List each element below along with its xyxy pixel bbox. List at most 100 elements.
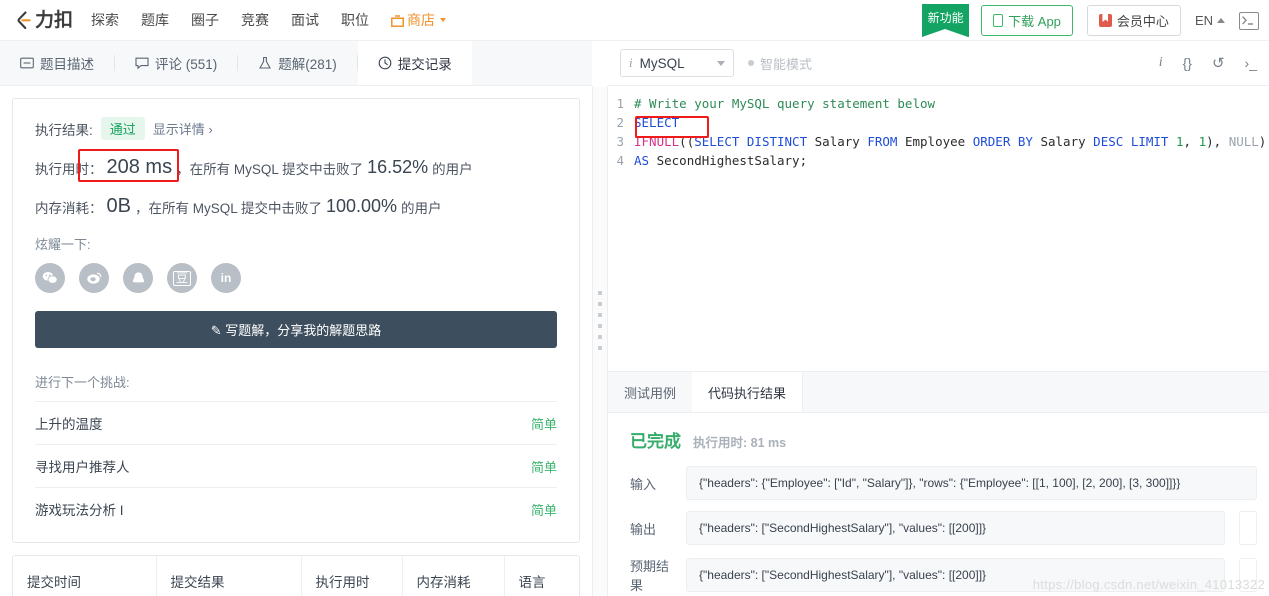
nav-link-interview[interactable]: 面试 bbox=[291, 10, 319, 30]
challenge-title: 寻找用户推荐人 bbox=[35, 460, 130, 475]
col-header-language: 语言 bbox=[504, 556, 579, 596]
exec-result-label: 执行结果: bbox=[35, 122, 93, 138]
braces-icon[interactable]: {} bbox=[1183, 55, 1192, 71]
code-token-keyword: SELECT bbox=[634, 115, 680, 130]
runtime-tail-text: 的用户 bbox=[432, 161, 473, 177]
tab-solutions-label: 题解(281) bbox=[278, 57, 337, 72]
reset-icon[interactable]: ↺ bbox=[1212, 54, 1225, 72]
console-body: 已完成 执行用时: 81 ms 输入 {"headers": {"Employe… bbox=[608, 413, 1269, 594]
douban-glyph: 豆 bbox=[172, 270, 191, 286]
challenge-item-2[interactable]: 游戏玩法分析 I 简单 bbox=[35, 487, 557, 530]
memory-tail-text: 的用户 bbox=[401, 200, 442, 216]
code-token: Salary bbox=[1032, 134, 1094, 149]
expected-value[interactable]: {"headers": ["SecondHighestSalary"], "va… bbox=[686, 558, 1225, 592]
leetcode-logo[interactable]: 力扣 bbox=[12, 6, 73, 34]
nav-right-group: 新功能 下载 App 会员中心 EN bbox=[922, 0, 1259, 41]
submissions-table: 提交时间 提交结果 执行用时 内存消耗 语言 几秒前 通过 208 ms 0B … bbox=[12, 555, 580, 596]
input-value[interactable]: {"headers": {"Employee": ["Id", "Salary"… bbox=[686, 466, 1257, 500]
chevron-up-icon bbox=[1217, 18, 1225, 23]
tab-comments[interactable]: 评论 (551) bbox=[115, 41, 237, 85]
expected-label: 预期结果 bbox=[630, 559, 670, 593]
code-token: DESC bbox=[1093, 134, 1124, 149]
info-italic-icon: i bbox=[629, 55, 633, 70]
smart-mode-label: 智能模式 bbox=[760, 56, 813, 72]
nav-link-explore[interactable]: 探索 bbox=[91, 10, 119, 30]
linkedin-icon[interactable]: in bbox=[211, 263, 241, 293]
code-token: ( bbox=[686, 134, 695, 149]
vip-badge-icon bbox=[1098, 14, 1112, 27]
console-icon[interactable]: ›_ bbox=[1245, 55, 1257, 71]
nav-link-circle[interactable]: 圈子 bbox=[191, 10, 219, 30]
challenge-title: 游戏玩法分析 I bbox=[35, 503, 124, 518]
write-solution-button[interactable]: ✎ 写题解，分享我的解题思路 bbox=[35, 311, 557, 348]
challenge-difficulty: 简单 bbox=[530, 502, 557, 518]
line-number: 1 bbox=[616, 96, 624, 111]
toggle-dot-icon bbox=[748, 60, 754, 66]
info-icon[interactable]: i bbox=[1159, 55, 1163, 71]
col-header-memory: 内存消耗 bbox=[402, 556, 505, 596]
code-line-3: 3 IFNULL ( ( SELECT DISTINCT Salary FROM… bbox=[608, 132, 1269, 151]
code-token: ) bbox=[1258, 134, 1267, 149]
tab-comments-label: 评论 (551) bbox=[155, 57, 218, 72]
code-token: Employee bbox=[897, 134, 973, 149]
language-label: EN bbox=[1194, 13, 1213, 28]
output-overflow-box bbox=[1239, 511, 1257, 545]
input-label: 输入 bbox=[630, 476, 657, 492]
pane-splitter[interactable] bbox=[592, 86, 608, 596]
runtime-label: 执行用时 bbox=[35, 161, 89, 177]
code-line-2: 2 SELECT bbox=[608, 113, 1269, 132]
wechat-icon[interactable] bbox=[35, 263, 65, 293]
console-toggle-icon[interactable] bbox=[1239, 11, 1259, 30]
table-header-row: 提交时间 提交结果 执行用时 内存消耗 语言 bbox=[13, 556, 579, 596]
challenge-item-1[interactable]: 寻找用户推荐人 简单 bbox=[35, 444, 557, 487]
runtime-value: 208 ms bbox=[106, 156, 173, 178]
show-detail-link[interactable]: 显示详情 › bbox=[153, 119, 213, 138]
vip-center-button[interactable]: 会员中心 bbox=[1086, 5, 1181, 36]
download-app-button[interactable]: 下载 App bbox=[981, 5, 1073, 36]
new-feature-label: 新功能 bbox=[927, 11, 964, 25]
code-token: IFNULL bbox=[634, 134, 680, 149]
col-header-runtime: 执行用时 bbox=[301, 556, 403, 596]
tab-submissions[interactable]: 提交记录 bbox=[357, 41, 472, 85]
qq-icon[interactable] bbox=[123, 263, 153, 293]
top-navigation-bar: 力扣 探索 题库 圈子 竞赛 面试 职位 商店 新功能 下载 App 会员中心 … bbox=[0, 0, 1269, 41]
smart-mode-toggle[interactable]: 智能模式 bbox=[748, 54, 812, 73]
douban-icon[interactable]: 豆 bbox=[167, 263, 197, 293]
challenge-item-0[interactable]: 上升的温度 简单 bbox=[35, 401, 557, 444]
tab-execution-result[interactable]: 代码执行结果 bbox=[692, 372, 804, 412]
output-value[interactable]: {"headers": ["SecondHighestSalary"], "va… bbox=[686, 511, 1225, 545]
code-token-comment: # Write your MySQL query statement below bbox=[634, 96, 936, 111]
problem-tab-bar: 题目描述 评论 (551) 题解(281) 提交记录 bbox=[0, 41, 592, 86]
tab-description[interactable]: 题目描述 bbox=[0, 41, 114, 85]
memory-sep: ： bbox=[89, 200, 103, 216]
tab-solutions[interactable]: 题解(281) bbox=[238, 41, 357, 85]
code-token: ( bbox=[679, 134, 687, 149]
tab-description-label: 题目描述 bbox=[40, 57, 94, 72]
code-token: SecondHighestSalary; bbox=[649, 153, 808, 168]
output-label: 输出 bbox=[630, 521, 657, 537]
language-select[interactable]: i MySQL bbox=[620, 49, 734, 77]
chevron-down-icon bbox=[717, 60, 725, 66]
tab-testcase[interactable]: 测试用例 bbox=[608, 372, 692, 412]
language-switcher[interactable]: EN bbox=[1195, 13, 1225, 28]
language-select-value: MySQL bbox=[639, 55, 685, 71]
weibo-icon[interactable] bbox=[79, 263, 109, 293]
col-header-time: 提交时间 bbox=[13, 556, 157, 596]
line-number: 4 bbox=[616, 153, 624, 168]
new-feature-ribbon[interactable]: 新功能 bbox=[922, 4, 970, 37]
nav-link-contest[interactable]: 竞赛 bbox=[241, 10, 269, 30]
nav-link-problems[interactable]: 题库 bbox=[141, 10, 169, 30]
nav-link-store[interactable]: 商店 bbox=[391, 10, 447, 30]
splitter-grip-icon bbox=[598, 291, 602, 350]
code-token: , bbox=[1183, 134, 1199, 149]
memory-row: 内存消耗 ： 0B ，在所有 MySQL 提交中击败了 100.00% 的用户 bbox=[35, 195, 557, 218]
nav-link-jobs[interactable]: 职位 bbox=[341, 10, 369, 30]
console-status-row: 已完成 执行用时: 81 ms bbox=[620, 427, 1257, 452]
memory-label: 内存消耗 bbox=[35, 200, 89, 216]
console-status: 已完成 bbox=[630, 432, 681, 451]
console-runtime: 执行用时: 81 ms bbox=[693, 436, 787, 450]
code-token: Salary bbox=[807, 134, 868, 149]
memory-percentile: 100.00% bbox=[325, 196, 398, 216]
code-editor-area[interactable]: 1 # Write your MySQL query statement bel… bbox=[608, 86, 1269, 381]
